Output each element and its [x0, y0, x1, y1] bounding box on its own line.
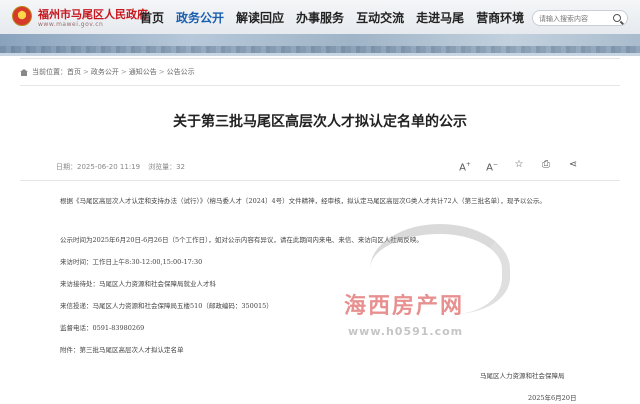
search-icon[interactable]: [613, 14, 621, 22]
breadcrumb-home[interactable]: 首页: [67, 67, 81, 77]
breadcrumb-separator: >: [158, 68, 165, 76]
article-title: 关于第三批马尾区高层次人才拟认定名单的公示: [173, 114, 467, 130]
search-input[interactable]: [539, 13, 609, 24]
sign-date: 2025年6月20日: [528, 394, 577, 402]
nav-home[interactable]: 首页: [140, 9, 164, 26]
breadcrumb-announcements[interactable]: 公告公示: [167, 67, 195, 77]
nav-business-environment[interactable]: 营商环境: [476, 9, 524, 26]
paragraph: 根据《马尾区高层次人才认定和支持办法（试行）》（榕马委人才〔2024〕4号）文件…: [60, 197, 546, 205]
site-header: 福州市马尾区人民政府 www.mawei.gov.cn 首页 政务公开 解读回应…: [0, 0, 640, 34]
watermark-text: 海西房产网: [344, 294, 465, 319]
publish-date: 日期：2025-06-20 11:19: [56, 163, 141, 171]
site-url: www.mawei.gov.cn: [38, 21, 104, 28]
favorite-icon[interactable]: ☆: [512, 158, 526, 172]
divider: [20, 180, 620, 181]
article-tools: A+ A− ☆ ⎙ ⋖: [458, 158, 593, 173]
breadcrumb-separator: >: [120, 68, 127, 76]
views-count: 32: [176, 163, 186, 171]
nav-about-mawei[interactable]: 走进马尾: [416, 9, 464, 26]
header-banner: [0, 34, 640, 56]
site-title[interactable]: 福州市马尾区人民政府: [38, 6, 148, 22]
breadcrumb-separator: >: [83, 68, 89, 76]
views-label: 浏览量：: [148, 163, 177, 171]
breadcrumb: 当前位置： 首页 > 政务公开 > 通知公告 > 公告公示: [20, 67, 195, 77]
main-nav: 首页 政务公开 解读回应 办事服务 互动交流 走进马尾 营商环境: [140, 9, 536, 26]
breadcrumb-notices[interactable]: 通知公告: [129, 67, 157, 77]
share-icon[interactable]: ⋖: [566, 158, 580, 172]
article-card: 当前位置： 首页 > 政务公开 > 通知公告 > 公告公示 关于第三批马尾区高层…: [20, 58, 620, 404]
home-icon: [20, 68, 28, 76]
article-meta: 日期：2025-06-20 11:19 浏览量：32: [56, 162, 193, 172]
breadcrumb-label: 当前位置：: [32, 68, 67, 76]
breadcrumb-government-affairs[interactable]: 政务公开: [91, 67, 119, 77]
nav-services[interactable]: 办事服务: [296, 9, 344, 26]
national-emblem-icon: [12, 6, 32, 26]
font-decrease-icon[interactable]: A−: [485, 158, 499, 173]
nav-interaction[interactable]: 互动交流: [356, 9, 404, 26]
signature: 马尾区人力资源和社会保障局: [480, 372, 565, 380]
font-increase-icon[interactable]: A+: [458, 158, 472, 173]
search-box: [532, 10, 628, 26]
nav-government-affairs[interactable]: 政务公开: [176, 9, 224, 26]
divider: [20, 85, 620, 86]
nav-interpretation[interactable]: 解读回应: [236, 9, 284, 26]
watermark: 海西房产网 www.h0591.com: [330, 224, 510, 354]
watermark-url: www.h0591.com: [348, 325, 464, 338]
print-icon[interactable]: ⎙: [539, 158, 553, 172]
